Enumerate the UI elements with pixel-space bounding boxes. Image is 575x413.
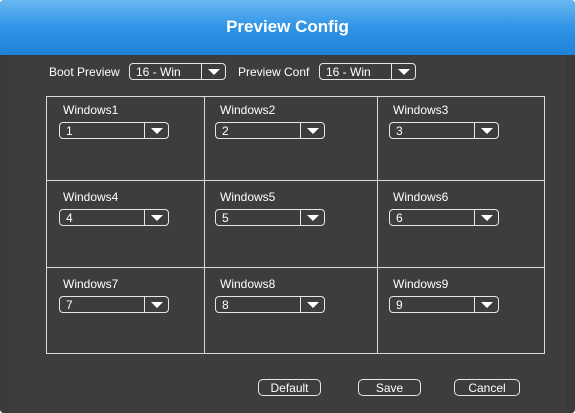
preview-config-dialog: Preview Config Boot Preview 16 - Win Pre… bbox=[0, 0, 575, 413]
window-value: 5 bbox=[222, 210, 229, 225]
right-border bbox=[566, 55, 575, 413]
window-label: Windows4 bbox=[63, 190, 119, 204]
preview-conf-label: Preview Conf bbox=[238, 65, 310, 79]
default-button[interactable]: Default bbox=[258, 379, 321, 396]
grid-divider bbox=[47, 267, 544, 268]
window-value: 3 bbox=[396, 123, 403, 138]
dialog-title: Preview Config bbox=[226, 16, 349, 36]
chevron-down-icon[interactable] bbox=[144, 210, 168, 225]
preview-conf-select[interactable]: 16 - Win bbox=[319, 63, 416, 80]
chevron-down-icon[interactable] bbox=[300, 210, 324, 225]
window-select[interactable]: 1 bbox=[59, 122, 169, 139]
window-label: Windows7 bbox=[63, 277, 119, 291]
window-label: Windows3 bbox=[393, 103, 449, 117]
left-border bbox=[0, 55, 9, 413]
window-value: 2 bbox=[222, 123, 229, 138]
window-value: 9 bbox=[396, 297, 403, 312]
windows-grid: Windows1 1 Windows2 2 Windows3 3 Windows… bbox=[46, 96, 545, 354]
window-value: 8 bbox=[222, 297, 229, 312]
window-label: Windows5 bbox=[220, 190, 276, 204]
window-select[interactable]: 2 bbox=[215, 122, 325, 139]
boot-preview-label: Boot Preview bbox=[49, 65, 120, 79]
window-select[interactable]: 8 bbox=[215, 296, 325, 313]
chevron-down-icon[interactable] bbox=[391, 64, 415, 79]
chevron-down-icon[interactable] bbox=[300, 297, 324, 312]
title-bar: Preview Config bbox=[0, 0, 575, 55]
chevron-down-icon[interactable] bbox=[144, 297, 168, 312]
grid-divider bbox=[377, 97, 378, 353]
window-value: 7 bbox=[66, 297, 73, 312]
grid-divider bbox=[204, 97, 205, 353]
window-label: Windows9 bbox=[393, 277, 449, 291]
window-label: Windows6 bbox=[393, 190, 449, 204]
window-label: Windows2 bbox=[220, 103, 276, 117]
cancel-button[interactable]: Cancel bbox=[454, 379, 520, 396]
window-select[interactable]: 7 bbox=[59, 296, 169, 313]
boot-preview-select[interactable]: 16 - Win bbox=[129, 63, 226, 80]
boot-preview-value: 16 - Win bbox=[136, 64, 181, 79]
window-select[interactable]: 6 bbox=[389, 209, 499, 226]
chevron-down-icon[interactable] bbox=[474, 123, 498, 138]
chevron-down-icon[interactable] bbox=[474, 297, 498, 312]
window-value: 6 bbox=[396, 210, 403, 225]
window-label: Windows1 bbox=[63, 103, 119, 117]
window-value: 1 bbox=[66, 123, 73, 138]
window-label: Windows8 bbox=[220, 277, 276, 291]
chevron-down-icon[interactable] bbox=[474, 210, 498, 225]
window-select[interactable]: 9 bbox=[389, 296, 499, 313]
window-value: 4 bbox=[66, 210, 73, 225]
chevron-down-icon[interactable] bbox=[201, 64, 225, 79]
window-select[interactable]: 4 bbox=[59, 209, 169, 226]
preview-conf-value: 16 - Win bbox=[326, 64, 371, 79]
save-button[interactable]: Save bbox=[358, 379, 421, 396]
chevron-down-icon[interactable] bbox=[144, 123, 168, 138]
grid-divider bbox=[47, 180, 544, 181]
chevron-down-icon[interactable] bbox=[300, 123, 324, 138]
window-select[interactable]: 3 bbox=[389, 122, 499, 139]
window-select[interactable]: 5 bbox=[215, 209, 325, 226]
